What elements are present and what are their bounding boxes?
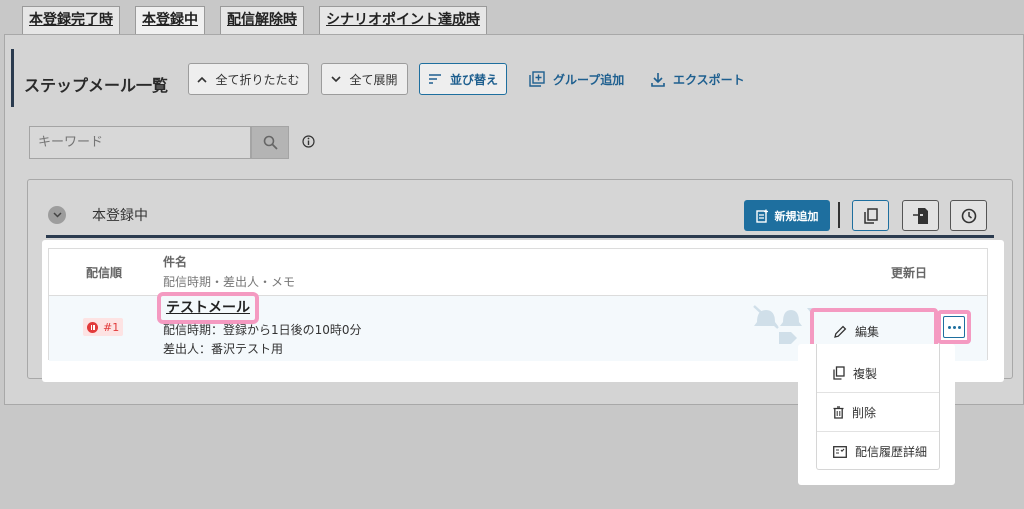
- history-label: 配信履歴詳細: [855, 445, 928, 459]
- tab-unsubscribe[interactable]: 配信解除時: [220, 6, 304, 34]
- add-group-button[interactable]: グループ追加: [529, 63, 624, 95]
- expand-all-button[interactable]: 全て展開: [321, 63, 408, 95]
- copy-menu-item[interactable]: 複製: [817, 354, 939, 393]
- edit-label: 編集: [855, 324, 880, 339]
- tab-registration-complete[interactable]: 本登録完了時: [22, 6, 120, 34]
- mail-sender: 差出人：番沢テスト用: [163, 342, 284, 356]
- search-icon: [263, 135, 278, 150]
- schedule-button[interactable]: [950, 200, 987, 231]
- download-icon: [651, 72, 665, 87]
- copy-group-button[interactable]: [852, 200, 889, 231]
- import-file-icon: [912, 207, 928, 224]
- info-icon[interactable]: [302, 135, 315, 148]
- chevron-down-icon: [331, 75, 342, 82]
- search-button[interactable]: [251, 126, 289, 159]
- copy-icon: [833, 366, 845, 380]
- scenario-tabs: 本登録完了時 本登録中 配信解除時 シナリオポイント達成時: [22, 6, 487, 34]
- col-updated-header: 更新日: [891, 266, 928, 280]
- pause-icon: [87, 321, 98, 333]
- chevron-up-icon: [197, 76, 208, 83]
- collapse-all-label: 全て折りたたむ: [215, 72, 300, 87]
- copy-label: 複製: [853, 366, 878, 381]
- menu-list: 複製 削除 配信履歴詳細: [816, 344, 940, 470]
- collapse-all-button[interactable]: 全て折りたたむ: [188, 63, 309, 95]
- trash-icon: [833, 405, 844, 419]
- sort-label: 並び替え: [449, 72, 498, 87]
- chevron-down-icon: [52, 212, 62, 218]
- order-number: #1: [103, 320, 120, 334]
- group-underline: [46, 235, 994, 238]
- bell-icon: [780, 310, 802, 326]
- sort-icon: [428, 74, 441, 84]
- delete-label: 削除: [852, 405, 877, 420]
- export-button[interactable]: エクスポート: [651, 63, 745, 95]
- add-document-icon: [755, 209, 768, 223]
- clock-icon: [961, 208, 976, 223]
- tag-icon: [779, 332, 797, 344]
- add-new-button[interactable]: 新規追加: [744, 200, 830, 231]
- search-input[interactable]: [29, 126, 251, 159]
- order-badge: #1: [83, 318, 124, 336]
- group-name: 本登録中: [92, 208, 148, 224]
- history-menu-item[interactable]: 配信履歴詳細: [817, 432, 939, 471]
- row-action-menu: 複製 削除 配信履歴詳細: [798, 344, 955, 485]
- tab-scenario-point[interactable]: シナリオポイント達成時: [319, 6, 487, 34]
- export-label: エクスポート: [673, 72, 745, 87]
- more-options-button[interactable]: [937, 310, 971, 344]
- delete-menu-item[interactable]: 削除: [817, 393, 939, 432]
- col-subject-subheader: 配信時期・差出人・メモ: [163, 275, 296, 289]
- tab-registering[interactable]: 本登録中: [135, 6, 205, 34]
- group-toggle[interactable]: [48, 206, 66, 224]
- mail-timing: 配信時期：登録から1日後の10時0分: [163, 323, 362, 337]
- add-new-label: 新規追加: [774, 209, 819, 223]
- col-order-header: 配信順: [86, 266, 123, 280]
- pencil-icon: [834, 325, 847, 338]
- divider: [838, 202, 840, 228]
- page-title: ステップメール一覧: [11, 49, 168, 107]
- menu-spacer: [817, 344, 939, 354]
- add-box-icon: [529, 71, 545, 87]
- import-button[interactable]: [902, 200, 939, 231]
- mail-subject-link[interactable]: テストメール: [157, 292, 259, 324]
- col-subject-header: 件名: [163, 255, 188, 269]
- expand-all-label: 全て展開: [349, 72, 398, 87]
- keyword-search: [29, 126, 289, 159]
- mute-bell-icon: [753, 305, 779, 329]
- sort-button[interactable]: 並び替え: [419, 63, 507, 95]
- add-group-label: グループ追加: [553, 72, 625, 87]
- more-icon: [943, 316, 965, 338]
- copy-icon: [863, 207, 878, 224]
- list-detail-icon: [833, 445, 847, 458]
